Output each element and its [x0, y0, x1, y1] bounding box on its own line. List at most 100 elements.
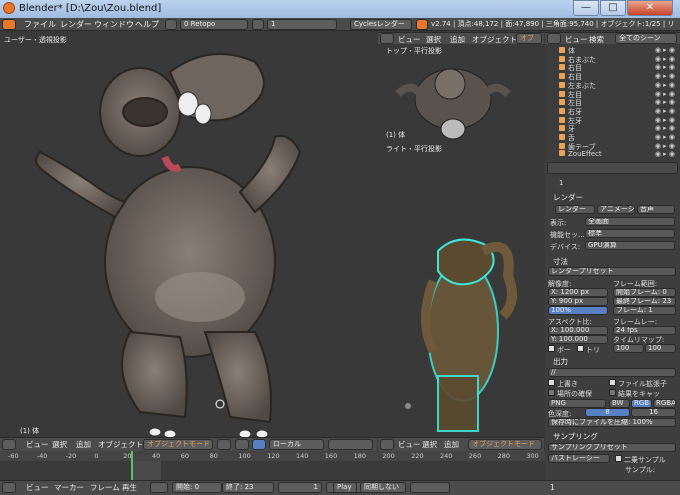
visibility-icon[interactable]: ◉ ▸ ◉	[655, 63, 675, 71]
scene-icon[interactable]	[252, 19, 264, 30]
color-rgb-button[interactable]: RGB	[631, 399, 652, 408]
cache-result-checkbox[interactable]	[609, 389, 616, 396]
menu-view[interactable]: ビュー	[26, 482, 49, 493]
outliner-item[interactable]: ZouEffect ◉ ▸ ◉	[559, 150, 677, 158]
output-path-field[interactable]: //	[548, 368, 676, 377]
menu-frame[interactable]: フレーム	[90, 482, 120, 493]
minimize-button[interactable]: —	[573, 0, 599, 16]
menu-add[interactable]: 追加	[450, 34, 465, 45]
editor-type-icon[interactable]	[547, 33, 561, 44]
square-samples-checkbox[interactable]	[615, 455, 622, 462]
device-select[interactable]: GPU演算	[585, 241, 675, 250]
placeholders-checkbox[interactable]	[548, 389, 555, 396]
panel-dimensions-title[interactable]: 寸法	[553, 256, 568, 267]
shading-icon[interactable]	[217, 439, 231, 450]
menu-playback[interactable]: 再生	[122, 482, 137, 493]
visibility-icon[interactable]: ◉ ▸ ◉	[655, 150, 675, 158]
menu-select[interactable]: 選択	[422, 439, 437, 450]
color-bw-button[interactable]: BW	[609, 399, 630, 408]
mode-select[interactable]: オブジェクトモード	[143, 439, 213, 450]
visibility-icon[interactable]: ◉ ▸ ◉	[655, 142, 675, 150]
outliner-item[interactable]: 舌 ◉ ▸ ◉	[559, 133, 677, 142]
visibility-icon[interactable]: ◉ ▸ ◉	[655, 124, 675, 132]
framerate-select[interactable]: 24 fps	[613, 326, 676, 335]
editor-type-icon[interactable]	[380, 33, 394, 44]
overwrite-checkbox[interactable]	[548, 379, 555, 386]
start-frame-field[interactable]: 開始: 0	[172, 482, 222, 493]
current-frame-field[interactable]: 1	[278, 482, 322, 493]
outliner-item[interactable]: 左まぶた ◉ ▸ ◉	[559, 81, 677, 90]
remap-old-field[interactable]: 100	[613, 344, 644, 353]
visibility-icon[interactable]: ◉ ▸ ◉	[655, 98, 675, 106]
menu-file[interactable]: ファイル	[24, 19, 56, 30]
depth-8-button[interactable]: 8	[585, 408, 630, 417]
pivot-icon[interactable]	[235, 439, 249, 450]
menu-render[interactable]: レンダー	[60, 19, 92, 30]
menu-add[interactable]: 追加	[76, 439, 91, 450]
visibility-icon[interactable]: ◉ ▸ ◉	[655, 72, 675, 80]
file-format-select[interactable]: PNG	[548, 399, 606, 408]
aspect-x-field[interactable]: X: 100.000	[548, 326, 608, 335]
outliner-item[interactable]: 左目 ◉ ▸ ◉	[559, 98, 677, 107]
visibility-icon[interactable]: ◉ ▸ ◉	[655, 46, 675, 54]
keying-controls[interactable]	[410, 482, 450, 493]
menu-view[interactable]: ビュー	[398, 439, 421, 450]
menu-window[interactable]: ウィンドウ	[94, 19, 134, 30]
compression-field[interactable]: 保存時にファイルを圧縮: 100%	[548, 418, 676, 427]
outliner-item[interactable]: 左牙 ◉ ▸ ◉	[559, 116, 677, 125]
animation-button[interactable]: アニメーシ	[597, 205, 635, 214]
manipulator-icon[interactable]	[252, 439, 266, 450]
menu-view[interactable]: ビュー	[398, 34, 421, 45]
menu-object[interactable]: オブジェクト	[472, 34, 517, 45]
layer-buttons[interactable]	[328, 439, 373, 450]
main-3d-viewport[interactable]: ユーザー・透視投影 (1) 体	[0, 32, 377, 437]
menu-select[interactable]: 選択	[52, 439, 67, 450]
sampling-preset-select[interactable]: サンプリングプリセット	[548, 443, 676, 452]
resolution-percent-field[interactable]: 100%	[548, 306, 608, 315]
properties-tabs[interactable]	[547, 162, 678, 174]
outliner-display-select[interactable]: 全てのシーン	[615, 33, 677, 44]
remap-new-field[interactable]: 100	[645, 344, 676, 353]
visibility-icon[interactable]: ◉ ▸ ◉	[655, 90, 675, 98]
frame-step-field[interactable]: フレーム: 1	[613, 306, 676, 315]
file-extension-checkbox[interactable]	[609, 379, 616, 386]
display-select[interactable]: 全画面	[585, 217, 675, 226]
outliner-item[interactable]: 右目 ◉ ▸ ◉	[559, 63, 677, 72]
integrator-select[interactable]: パストレーシー	[548, 454, 610, 463]
timeline-area[interactable]: -60 -40 -20 0 20 40 60 80 100 120 140 160 180 200 220 2…	[0, 451, 545, 480]
editor-type-icon[interactable]	[2, 19, 16, 30]
resolution-y-field[interactable]: Y: 900 px	[548, 297, 608, 306]
outliner-item[interactable]: 左目 ◉ ▸ ◉	[559, 90, 677, 99]
outliner-item[interactable]: 右目 ◉ ▸ ◉	[559, 72, 677, 81]
aspect-y-field[interactable]: Y: 100.000	[548, 335, 608, 344]
mode-select[interactable]: オブ	[516, 33, 542, 44]
render-engine-select[interactable]: Cyclesレンダー	[350, 19, 412, 30]
menu-add[interactable]: 追加	[444, 439, 459, 450]
crop-checkbox[interactable]	[577, 345, 584, 352]
frame-start-field[interactable]: 開始フレーム: 0	[613, 288, 676, 297]
outliner-item[interactable]: 右まぶた ◉ ▸ ◉	[559, 55, 677, 64]
maximize-button[interactable]: □	[600, 0, 626, 16]
preview-range-icon[interactable]	[150, 482, 168, 493]
sync-mode-select[interactable]: 同期しない	[360, 482, 406, 493]
outliner-item[interactable]: 右牙 ◉ ▸ ◉	[559, 107, 677, 116]
close-button[interactable]: ✕	[627, 0, 673, 16]
menu-object[interactable]: オブジェクト	[98, 439, 143, 450]
outliner-item[interactable]: 牙 ◉ ▸ ◉	[559, 124, 677, 133]
menu-marker[interactable]: マーカー	[54, 482, 84, 493]
visibility-icon[interactable]: ◉ ▸ ◉	[655, 55, 675, 63]
frame-end-field[interactable]: 最終フレーム: 23	[613, 297, 676, 306]
outliner-item[interactable]: 歯テーブ ◉ ▸ ◉	[559, 142, 677, 151]
audio-button[interactable]: 音声	[637, 205, 675, 214]
screen-selector[interactable]: 0 Retopo	[180, 19, 248, 30]
render-button[interactable]: レンダー	[555, 205, 595, 214]
play-button[interactable]: Play	[333, 482, 357, 493]
panel-render-title[interactable]: レンダー	[553, 192, 583, 203]
menu-select[interactable]: 選択	[426, 34, 441, 45]
visibility-icon[interactable]: ◉ ▸ ◉	[655, 133, 675, 141]
menu-view[interactable]: ビュー	[26, 439, 49, 450]
top-ortho-viewport[interactable]: トップ・平行投影 (1) 体	[378, 44, 544, 140]
end-frame-field[interactable]: 終了: 23	[222, 482, 274, 493]
mode-select[interactable]: オブジェクトモード	[468, 439, 542, 450]
outliner-item[interactable]: 体 ◉ ▸ ◉	[559, 46, 677, 55]
